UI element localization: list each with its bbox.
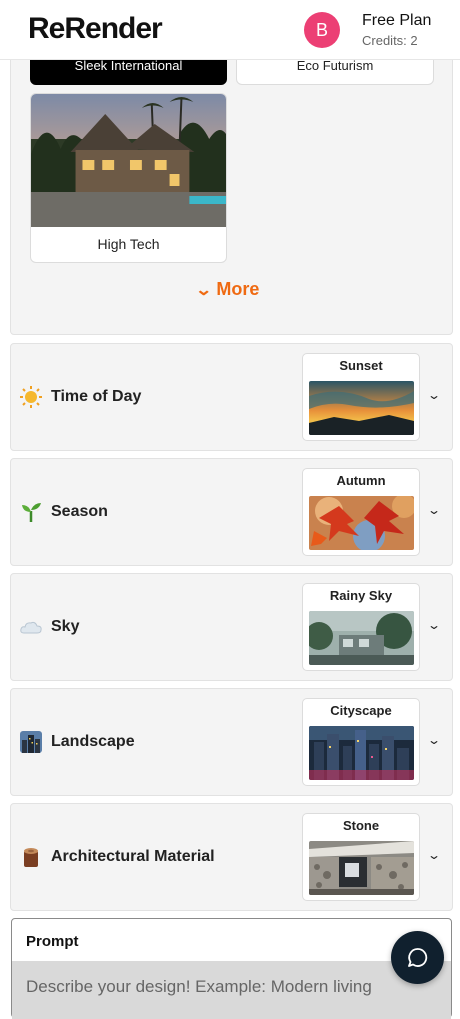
chevron-down-icon[interactable]: ⌄ xyxy=(427,848,441,862)
section-season[interactable]: Season Autumn ⌄ xyxy=(10,458,453,566)
selected-option-card[interactable]: Stone xyxy=(302,813,420,901)
chevron-down-icon: ⌄ xyxy=(194,282,213,299)
autumn-thumbnail xyxy=(309,496,414,550)
section-architectural-material[interactable]: Architectural Material Stone ⌄ xyxy=(10,803,453,911)
section-label: Time of Day xyxy=(51,388,142,405)
section-landscape[interactable]: Landscape Cityscape ⌄ xyxy=(10,688,453,796)
section-label: Sky xyxy=(51,618,80,635)
selected-option-label: Stone xyxy=(342,818,380,833)
avatar[interactable]: B xyxy=(304,12,340,48)
style-panel: Sleek International Eco Futurism High Te… xyxy=(10,40,453,335)
selected-option-label: Sunset xyxy=(339,358,383,373)
more-button[interactable]: ⌄ More xyxy=(194,279,260,300)
high-tech-house-thumbnail xyxy=(31,94,226,227)
selected-option-card[interactable]: Sunset xyxy=(302,353,420,441)
chevron-down-icon[interactable]: ⌄ xyxy=(427,388,441,402)
stone-thumbnail xyxy=(309,841,414,895)
app-logo[interactable]: ReRender xyxy=(28,12,163,46)
chat-bubble-icon xyxy=(408,948,428,967)
chevron-down-icon[interactable]: ⌄ xyxy=(427,733,441,747)
more-label: More xyxy=(216,279,260,299)
rainy-sky-thumbnail xyxy=(309,611,414,665)
section-label: Architectural Material xyxy=(51,848,215,865)
app-header: ReRender B Free Plan Credits: 2 xyxy=(0,0,460,60)
style-card-label: Sleek International xyxy=(74,58,183,73)
sun-icon xyxy=(20,386,42,408)
cloud-icon xyxy=(20,616,42,638)
chat-button[interactable] xyxy=(391,931,444,984)
selected-option-label: Cityscape xyxy=(330,703,392,718)
section-label: Landscape xyxy=(51,733,135,750)
sunset-thumbnail xyxy=(309,381,414,435)
selected-option-label: Autumn xyxy=(336,473,386,488)
cityscape-thumbnail xyxy=(309,726,414,780)
plan-label: Free Plan xyxy=(362,12,432,29)
chevron-down-icon[interactable]: ⌄ xyxy=(427,618,441,632)
log-icon xyxy=(20,846,42,868)
prompt-title: Prompt xyxy=(26,933,79,950)
selected-option-card[interactable]: Autumn xyxy=(302,468,420,556)
section-sky[interactable]: Sky Rainy Sky ⌄ xyxy=(10,573,453,681)
style-card-label: High Tech xyxy=(97,236,160,252)
chevron-down-icon[interactable]: ⌄ xyxy=(427,503,441,517)
selected-option-card[interactable]: Rainy Sky xyxy=(302,583,420,671)
credits-label: Credits: 2 xyxy=(362,33,418,48)
style-card-high-tech[interactable]: High Tech xyxy=(30,93,227,263)
selected-option-card[interactable]: Cityscape xyxy=(302,698,420,786)
selected-option-label: Rainy Sky xyxy=(329,588,393,603)
prompt-panel: Prompt xyxy=(11,918,452,1019)
section-label: Season xyxy=(51,503,108,520)
section-time-of-day[interactable]: Time of Day Sunset ⌄ xyxy=(10,343,453,451)
city-icon xyxy=(20,731,42,753)
sprout-icon xyxy=(20,501,42,523)
style-card-label: Eco Futurism xyxy=(296,58,374,73)
prompt-input[interactable] xyxy=(12,961,451,1019)
